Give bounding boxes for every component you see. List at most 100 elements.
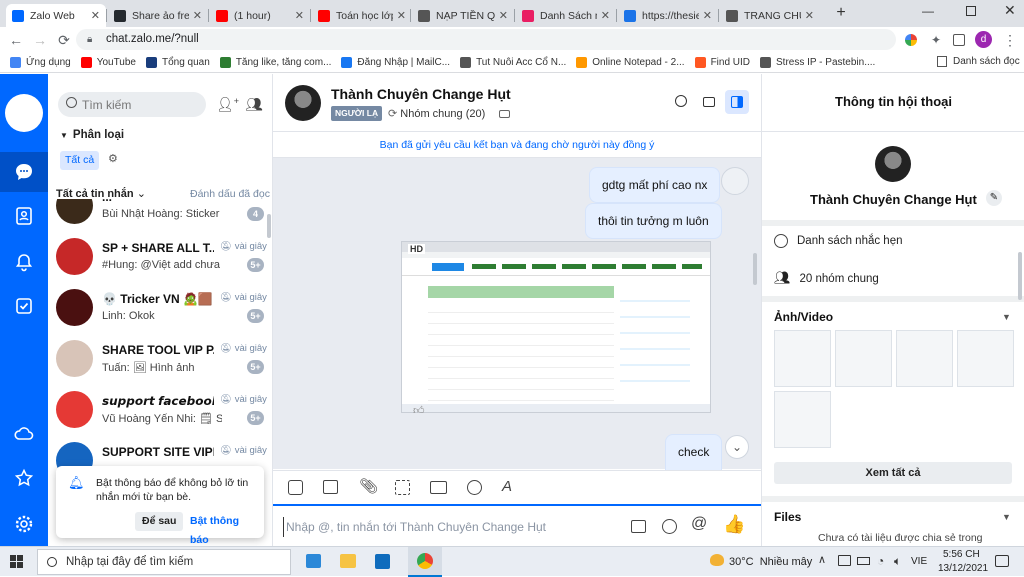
store-icon[interactable] (375, 554, 390, 569)
bookmark-item[interactable]: Online Notepad - 2... (576, 57, 685, 68)
close-tab-icon[interactable]: ✕ (393, 9, 406, 22)
classify-dropdown[interactable]: ▼ Phân loại (60, 129, 124, 141)
mutual-groups-item[interactable]: 👥︎ 20 nhóm chung (774, 270, 879, 286)
mention-icon[interactable]: @ (691, 515, 707, 533)
contacts-icon[interactable] (0, 196, 48, 236)
task-view-icon[interactable] (306, 554, 321, 568)
mutual-groups[interactable]: ⟳ Nhóm chung (20) (388, 107, 485, 120)
chat-avatar[interactable] (285, 85, 321, 121)
chat-title[interactable]: Thành Chuyên Change Hụt (331, 86, 511, 102)
restore-button[interactable] (966, 6, 976, 16)
action-center-icon[interactable] (995, 555, 1009, 567)
profile-avatar[interactable]: d (975, 31, 992, 48)
bookmark-item[interactable]: Find UID (694, 57, 750, 68)
browser-tab[interactable]: https://thesie ✕ (618, 4, 718, 27)
bookmark-item[interactable]: Ứng dụng (10, 57, 71, 68)
forward-arrow-icon[interactable]: → (30, 27, 50, 53)
browser-tab[interactable]: Zalo Web ✕ (6, 4, 106, 27)
browser-tab[interactable]: Danh Sách nh✕ (516, 4, 616, 27)
message-bubble[interactable]: gdtg mất phí cao nx (589, 167, 721, 203)
image-message[interactable]: HD (401, 241, 711, 413)
sticker-icon[interactable] (288, 480, 303, 495)
media-thumbnail[interactable] (835, 330, 892, 387)
conversation-item[interactable]: 💀 Tricker VN 🧟🟫 Linh: Okok 🔕︎ vài giây 5+ (48, 283, 273, 334)
message-bubble[interactable]: thôi tin tưởng m luôn (585, 203, 722, 239)
conversation-item[interactable]: SUPPORT SITE VIPF... 🔕︎ vài giây (48, 436, 273, 469)
add-friend-icon[interactable]: 👤︎+ (216, 96, 239, 113)
message-bubble[interactable]: check (665, 434, 723, 474)
browser-tab[interactable]: TRANG CHỦ ✕ (720, 4, 820, 27)
tray-chevron-icon[interactable]: ∧ (818, 553, 826, 566)
close-tab-icon[interactable]: ✕ (495, 9, 508, 22)
puzzle-icon[interactable]: ✦ (926, 27, 946, 53)
scroll-down-button[interactable]: ⌄ (725, 435, 749, 459)
close-tab-icon[interactable]: ✕ (699, 9, 712, 22)
input-language[interactable]: VIE (911, 556, 927, 567)
bookmark-item[interactable]: Tăng like, tăng com... (219, 57, 331, 68)
minimize-button[interactable]: — (922, 4, 934, 18)
bell-icon[interactable] (0, 242, 48, 282)
clock-date[interactable]: 13/12/2021 (938, 563, 988, 574)
enable-notification-button[interactable]: Bật thông báo (186, 512, 264, 546)
conversation-item[interactable]: 𝙨𝙪𝙥𝙥𝙤𝙧𝙩 𝙛𝙖𝙘𝙚𝙗𝙤𝙤𝙠... Vũ Hoàng Yến Nhi: 🗒 S… (48, 385, 273, 436)
wifi-icon[interactable]: ◔ (877, 554, 884, 568)
info-scrollbar[interactable] (1018, 252, 1022, 300)
browser-tab[interactable]: Toán học lớp ✕ (312, 4, 412, 27)
chat-scrollbar[interactable] (753, 253, 757, 285)
message-input[interactable]: Nhập @, tin nhắn tới Thành Chuyên Change… (283, 517, 613, 537)
tag-label-icon[interactable] (499, 110, 510, 118)
battery-icon[interactable] (857, 557, 870, 565)
conversation-item[interactable]: ... Bùi Nhật Hoàng: Sticker 4 (48, 199, 273, 232)
extension-icon[interactable] (905, 34, 917, 46)
reaction-placeholder[interactable] (721, 167, 749, 195)
filter-tag-all[interactable]: Tất cả (60, 151, 100, 170)
quick-message-icon[interactable] (631, 520, 646, 533)
business-card-icon[interactable] (430, 481, 447, 494)
volume-icon[interactable]: 🔈︎ (894, 554, 901, 569)
bookmark-item[interactable]: Tổng quan (145, 57, 210, 68)
close-window-button[interactable]: ✕ (1004, 2, 1016, 19)
collapse-media-icon[interactable]: ▼ (1002, 312, 1011, 322)
media-thumbnail[interactable] (774, 391, 831, 448)
star-icon[interactable] (0, 458, 48, 498)
close-tab-icon[interactable]: ✕ (87, 9, 100, 22)
settings-gear-icon[interactable] (0, 504, 48, 544)
video-call-icon[interactable] (703, 97, 715, 107)
edit-name-icon[interactable]: ✎ (986, 190, 1002, 206)
like-reaction-icon[interactable]: 👍︎ (413, 404, 425, 417)
todo-icon[interactable] (0, 286, 48, 326)
media-thumbnail[interactable] (774, 330, 831, 387)
taskbar-search[interactable]: Nhập tại đây để tìm kiếm (37, 549, 291, 575)
friend-request-text[interactable]: Bạn đã gửi yêu cầu kết bạn và đang chờ n… (380, 139, 655, 151)
attach-icon[interactable]: 📎︎ (359, 477, 378, 495)
cloud-icon[interactable] (0, 414, 48, 454)
format-text-icon[interactable]: A (502, 478, 512, 495)
reload-icon[interactable]: ⟳ (54, 27, 74, 53)
emoji-icon[interactable] (662, 519, 677, 534)
see-all-media-button[interactable]: Xem tất cả (774, 462, 1012, 484)
conversation-item[interactable]: SHARE TOOL VIP P... Tuấn: 🖼 Hình ảnh 🔕︎ và… (48, 334, 273, 385)
sidepanel-icon[interactable] (953, 34, 965, 46)
bookmark-item[interactable]: Tut Nuôi Acc Cổ N... (460, 57, 566, 68)
new-tab-button[interactable]: + (832, 4, 850, 22)
info-avatar[interactable] (875, 146, 911, 182)
file-explorer-icon[interactable] (340, 554, 356, 568)
windows-start-icon[interactable] (10, 555, 23, 568)
menu-icon[interactable]: ⋮ (1000, 27, 1020, 53)
url-bar[interactable]: 🔒︎ chat.zalo.me/?null (76, 29, 896, 50)
chat-icon[interactable] (0, 152, 48, 192)
collapse-files-icon[interactable]: ▼ (1002, 512, 1011, 522)
toggle-info-panel-button[interactable] (725, 90, 749, 114)
chrome-icon[interactable] (408, 547, 442, 577)
thumbs-up-icon[interactable]: 👍 (723, 514, 745, 535)
bookmark-item[interactable]: Stress IP - Pastebin.... (760, 57, 875, 68)
later-button[interactable]: Để sau (135, 512, 184, 531)
reading-list[interactable]: Danh sách đọc (937, 56, 1020, 67)
back-arrow-icon[interactable]: ← (6, 27, 26, 53)
sidebar-scrollbar[interactable] (267, 214, 271, 238)
network-icon[interactable] (838, 555, 851, 566)
browser-tab[interactable]: Share ảo free✕ (108, 4, 208, 27)
search-box[interactable]: Tìm kiếm (58, 92, 206, 117)
browser-tab[interactable]: NẠP TIỀN QU✕ (412, 4, 514, 27)
close-tab-icon[interactable]: ✕ (189, 9, 202, 22)
